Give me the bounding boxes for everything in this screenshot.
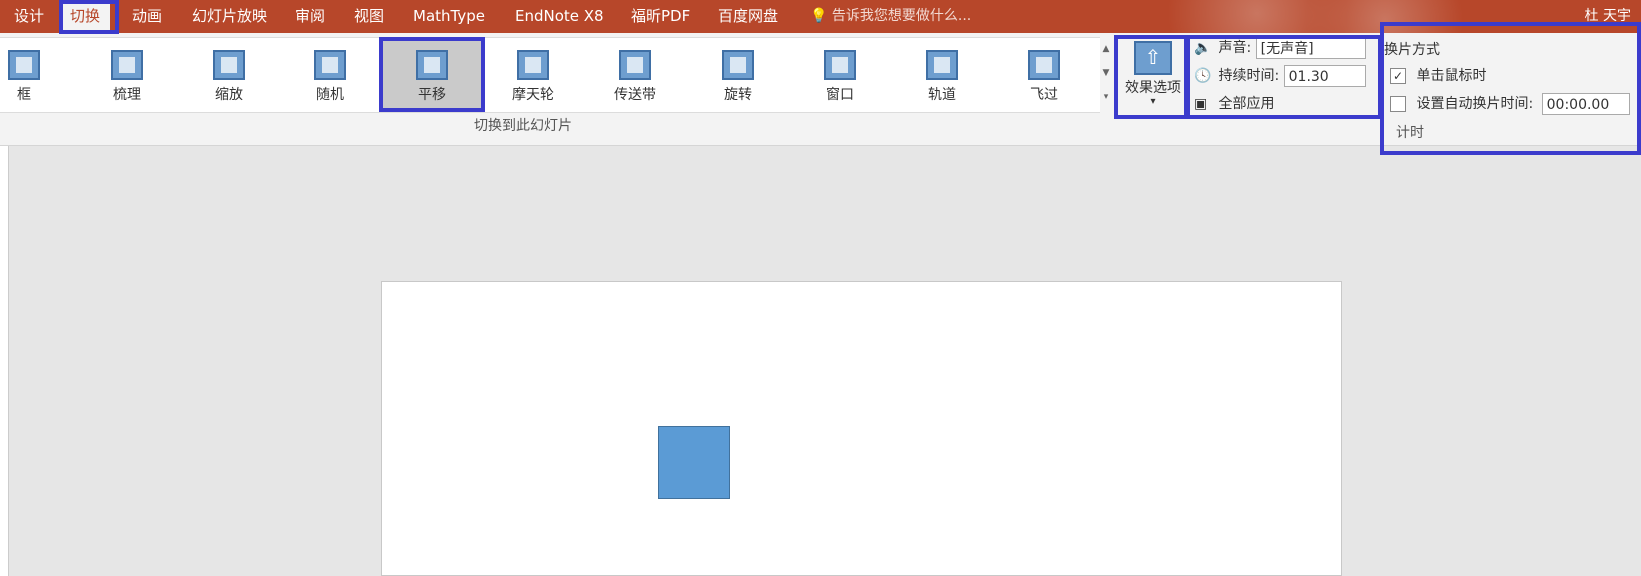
auto-advance-label: 设置自动换片时间:: [1416, 96, 1534, 112]
transition-zoom[interactable]: 缩放: [181, 42, 277, 112]
auto-advance-input[interactable]: 00:00.00: [1541, 93, 1630, 115]
transition-label: 梳理: [113, 87, 141, 103]
transition-window[interactable]: 窗口: [792, 42, 888, 112]
speaker-icon: 🔈: [1194, 40, 1212, 56]
menu-endnote[interactable]: EndNote X8: [515, 0, 604, 33]
menu-animations[interactable]: 动画: [132, 0, 162, 33]
zoom-transition-icon: [213, 50, 245, 80]
transition-conveyor[interactable]: 传送带: [587, 42, 683, 112]
comb-transition-icon: [111, 50, 143, 80]
lightbulb-icon: 💡: [810, 8, 828, 24]
blue-square-shape[interactable]: [658, 426, 730, 499]
auto-advance-value: 00:00.00: [1546, 97, 1610, 113]
transition-label: 传送带: [614, 87, 656, 103]
menu-view[interactable]: 视图: [354, 0, 384, 33]
fly-through-transition-icon: [1028, 50, 1060, 80]
user-name[interactable]: 杜 天宇: [1585, 0, 1631, 33]
effect-options-button[interactable]: ⇧ 效果选项 ▾: [1118, 37, 1188, 115]
transition-label: 飞过: [1030, 87, 1058, 103]
transition-label: 框: [17, 87, 31, 103]
timing-group-label: 计时: [1396, 125, 1424, 141]
duration-input[interactable]: 01.30: [1283, 65, 1366, 87]
transitions-group-label: 切换到此幻灯片: [474, 118, 572, 134]
clock-icon: 🕓: [1194, 68, 1212, 84]
sound-value: [无声音]: [1260, 41, 1314, 57]
apply-all-label: 全部应用: [1218, 96, 1275, 112]
box-transition-icon: [8, 50, 40, 80]
gallery-more-icon[interactable]: ▾: [1098, 85, 1114, 109]
transition-label: 轨道: [928, 87, 956, 103]
transition-label: 旋转: [724, 87, 752, 103]
transition-random[interactable]: 随机: [282, 42, 378, 112]
up-arrow-icon: ⇧: [1134, 41, 1172, 75]
gallery-up-icon[interactable]: ▲: [1098, 37, 1114, 61]
chevron-down-icon: ▾: [1150, 96, 1156, 107]
advance-title: 换片方式: [1384, 42, 1440, 58]
transition-label: 摩天轮: [512, 87, 554, 103]
orbit-transition-icon: [926, 50, 958, 80]
transition-gallery: 框 梳理 缩放 随机 平移 摩天轮 传送带 旋转 窗口 轨道 飞过: [0, 37, 1100, 113]
gallery-down-icon[interactable]: ▼: [1098, 61, 1114, 85]
random-transition-icon: [314, 50, 346, 80]
menu-design[interactable]: 设计: [14, 0, 44, 33]
transition-rotate[interactable]: 旋转: [690, 42, 786, 112]
transition-pan[interactable]: 平移: [382, 38, 482, 112]
transition-box[interactable]: 框: [0, 42, 72, 112]
sound-select[interactable]: [无声音]: [1255, 37, 1366, 59]
window-transition-icon: [824, 50, 856, 80]
menu-baidu-netdisk[interactable]: 百度网盘: [718, 0, 778, 33]
apply-all-button[interactable]: ▣ 全部应用: [1194, 93, 1274, 113]
menu-slideshow[interactable]: 幻灯片放映: [192, 0, 267, 33]
on-click-label: 单击鼠标时: [1416, 68, 1487, 84]
menu-review[interactable]: 审阅: [295, 0, 325, 33]
transition-label: 窗口: [826, 87, 854, 103]
duration-label: 持续时间:: [1218, 68, 1280, 84]
ribbon: 框 梳理 缩放 随机 平移 摩天轮 传送带 旋转 窗口 轨道 飞过 ▲ ▼ ▾ …: [0, 33, 1641, 146]
tell-me-text: 告诉我您想要做什么...: [831, 8, 972, 24]
gallery-scroll: ▲ ▼ ▾: [1098, 37, 1114, 111]
duration-value: 01.30: [1288, 69, 1329, 85]
sound-row: 🔈 声音: [无声音]: [1194, 37, 1366, 59]
transition-label: 平移: [418, 87, 446, 103]
menu-mathtype[interactable]: MathType: [413, 0, 485, 33]
vertical-ruler: [0, 146, 9, 576]
transition-orbit[interactable]: 轨道: [894, 42, 990, 112]
auto-advance-checkbox[interactable]: [1390, 96, 1406, 112]
sound-label: 声音:: [1218, 40, 1252, 56]
slide-canvas[interactable]: [381, 281, 1342, 576]
effect-options-label: 效果选项: [1125, 80, 1181, 96]
conveyor-transition-icon: [619, 50, 651, 80]
menu-transitions[interactable]: 切换: [60, 0, 111, 33]
transition-label: 随机: [316, 87, 344, 103]
title-bar-decoration: [1161, 0, 1481, 33]
menu-foxit-pdf[interactable]: 福昕PDF: [631, 0, 690, 33]
transition-comb[interactable]: 梳理: [79, 42, 175, 112]
auto-advance-row: 设置自动换片时间: 00:00.00: [1390, 93, 1630, 115]
on-click-checkbox[interactable]: ✓: [1390, 68, 1406, 84]
transition-label: 缩放: [215, 87, 243, 103]
ferris-wheel-transition-icon: [517, 50, 549, 80]
menu-bar: 设计 切换 动画 幻灯片放映 审阅 视图 MathType EndNote X8…: [0, 0, 1641, 33]
pan-transition-icon: [416, 50, 448, 80]
rotate-transition-icon: [722, 50, 754, 80]
transition-fly-through[interactable]: 飞过: [996, 42, 1092, 112]
transition-ferris-wheel[interactable]: 摩天轮: [485, 42, 581, 112]
on-click-row[interactable]: ✓ 单击鼠标时: [1390, 65, 1486, 85]
apply-all-icon: ▣: [1194, 96, 1208, 112]
tell-me-search[interactable]: 💡 告诉我您想要做什么...: [810, 0, 971, 33]
duration-row: 🕓 持续时间: 01.30: [1194, 65, 1366, 87]
